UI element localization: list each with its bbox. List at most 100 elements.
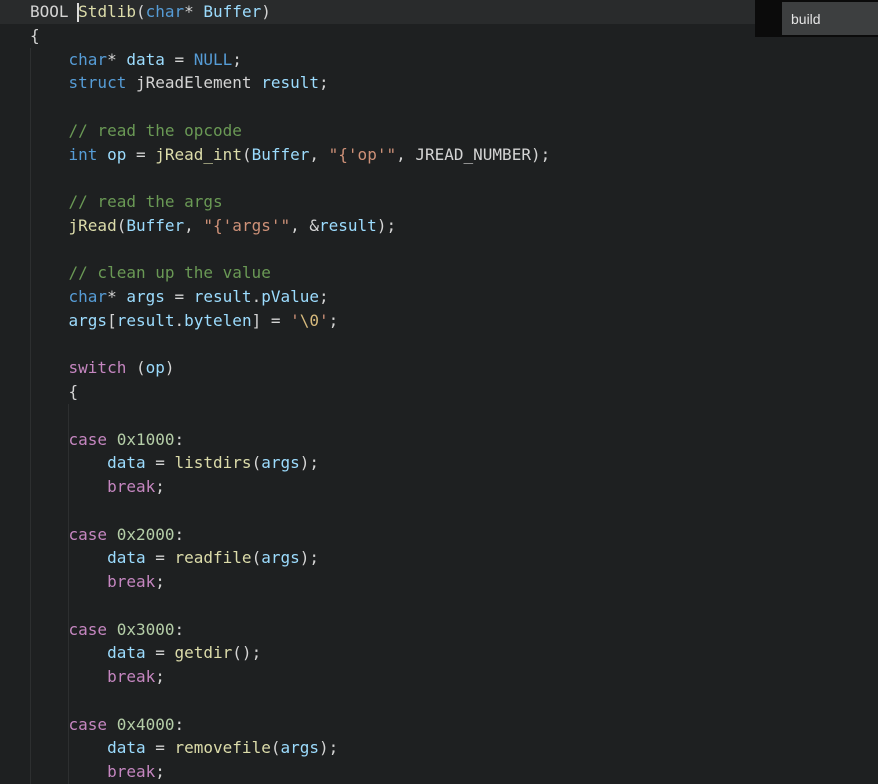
code-token: : [174,429,185,449]
code-token: ( [116,215,127,235]
code-line[interactable] [30,499,878,523]
code-token: args [68,310,108,330]
code-token: { [30,25,40,45]
code-line[interactable]: BOOL Stdlib(char* Buffer) [0,0,878,24]
code-line[interactable]: data = readfile(args); [30,546,878,570]
code-token: = [145,453,175,473]
code-line[interactable]: char* data = NULL; [30,48,878,72]
code-line[interactable]: break; [30,570,878,594]
code-line[interactable]: struct jReadElement result; [30,71,878,95]
code-editor[interactable]: BOOL Stdlib(char* Buffer){ char* data = … [0,0,878,784]
code-token: ( [126,358,146,378]
code-token: switch [68,358,127,378]
code-line[interactable]: data = listdirs(args); [30,451,878,475]
code-token: = [164,49,194,69]
code-line[interactable]: break; [30,475,878,499]
code-line[interactable]: args[result.bytelen] = '\0'; [30,309,878,333]
code-token: data [126,49,165,69]
code-token: ) [164,358,175,378]
code-token: op [145,358,165,378]
code-token: result [116,310,175,330]
code-token: = [145,643,175,663]
code-token: data [107,643,146,663]
code-line[interactable] [30,689,878,713]
code-line[interactable] [30,333,878,357]
code-line[interactable] [30,95,878,119]
code-line[interactable]: break; [30,760,878,784]
code-token: * [107,49,127,69]
code-line[interactable] [30,238,878,262]
code-line[interactable]: case 0x1000: [30,428,878,452]
code-token: * [184,2,204,21]
code-token: args [261,548,300,568]
code-line[interactable]: // clean up the value [30,261,878,285]
code-token: args [261,453,300,473]
code-token: removefile [174,738,271,758]
code-token: 0x3000 [116,619,175,639]
code-line[interactable]: { [30,24,878,48]
code-token: , [184,215,204,235]
code-line[interactable]: case 0x4000: [30,713,878,737]
code-token: Stdlib [78,2,136,21]
code-token: 0x1000 [116,429,175,449]
code-token: Buffer [251,144,310,164]
code-token: break [107,572,156,591]
code-token: * [107,287,127,306]
code-token: , & [290,215,320,235]
code-line[interactable]: break; [30,665,878,689]
code-token: // clean up the value [68,263,271,283]
code-token: BOOL [30,2,79,21]
code-token: ); [530,144,551,164]
code-line[interactable]: data = getdir(); [30,641,878,665]
code-line[interactable]: int op = jRead_int(Buffer, "{'op'", JREA… [30,143,878,167]
text-cursor [77,3,79,22]
code-line[interactable]: case 0x2000: [30,523,878,547]
code-token: ; [319,287,329,306]
build-dropdown[interactable]: build [782,2,878,35]
code-token: bytelen [184,310,252,330]
code-token: Buffer [126,215,185,235]
code-area[interactable]: BOOL Stdlib(char* Buffer){ char* data = … [0,0,878,784]
code-token: jRead_int [155,144,242,164]
code-token: ( [251,453,262,473]
code-token: char [68,49,108,69]
code-line[interactable] [30,594,878,618]
code-token: = [145,548,175,568]
code-token: ); [299,548,319,568]
code-line[interactable]: jRead(Buffer, "{'args'", &result); [30,214,878,238]
code-line[interactable]: { [30,380,878,404]
code-token: ; [155,572,165,591]
code-token: : [174,714,185,734]
code-line[interactable] [30,166,878,190]
code-token: listdirs [174,453,252,473]
code-token: "{'args'" [203,215,291,235]
code-token: break [107,477,156,496]
code-token: result [261,73,319,93]
code-line[interactable]: char* args = result.pValue; [30,285,878,309]
code-token: getdir [174,643,233,663]
code-line[interactable]: data = removefile(args); [30,736,878,760]
code-line[interactable]: // read the args [30,190,878,214]
code-token: result [319,215,377,235]
code-line[interactable]: // read the opcode [30,119,878,143]
code-line[interactable]: switch (op) [30,356,878,380]
code-token: case [68,429,108,449]
code-token: ( [241,144,252,164]
code-line[interactable]: case 0x3000: [30,618,878,642]
code-line[interactable] [30,404,878,428]
code-token: readfile [174,548,252,568]
